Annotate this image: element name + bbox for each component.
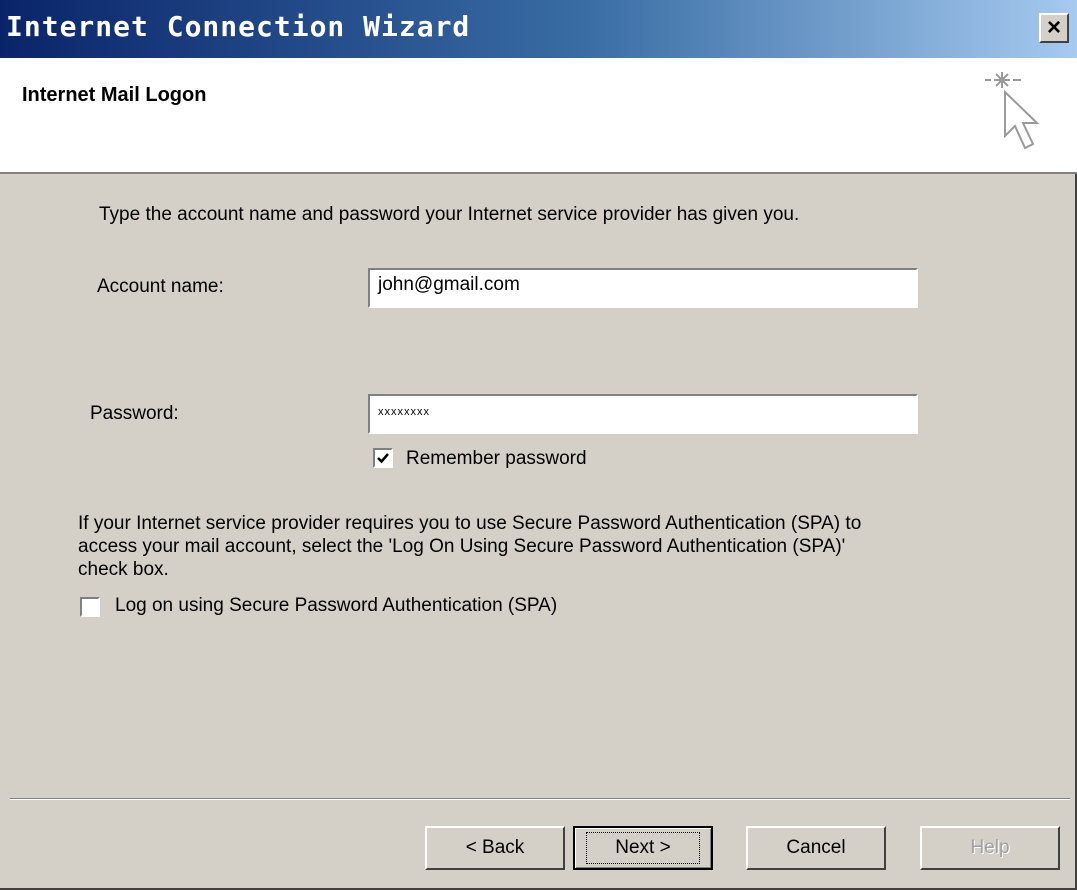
wizard-window: Internet Connection Wizard × Internet Ma…: [0, 0, 1077, 890]
back-button-label: < Back: [465, 837, 525, 858]
help-button[interactable]: Help: [920, 826, 1060, 870]
spa-label[interactable]: Log on using Secure Password Authenticat…: [115, 595, 557, 617]
remember-password-checkbox[interactable]: [373, 448, 393, 468]
close-button[interactable]: ×: [1039, 13, 1069, 43]
spa-checkbox[interactable]: [80, 597, 100, 617]
title-bar[interactable]: Internet Connection Wizard ×: [0, 0, 1077, 58]
back-button[interactable]: < Back: [425, 826, 565, 870]
cancel-button[interactable]: Cancel: [746, 826, 886, 870]
next-button-label: Next >: [586, 832, 700, 864]
button-divider: [10, 798, 1070, 800]
remember-password-label[interactable]: Remember password: [406, 448, 587, 470]
account-name-input[interactable]: john@gmail.com: [368, 268, 918, 308]
account-name-label: Account name:: [97, 276, 224, 297]
wizard-cursor-sparkle-icon: [985, 72, 1040, 150]
page-title: Internet Mail Logon: [22, 84, 207, 106]
window-title: Internet Connection Wizard: [6, 10, 471, 43]
cancel-button-label: Cancel: [786, 837, 846, 858]
wizard-header: Internet Mail Logon: [0, 58, 1077, 174]
next-button[interactable]: Next >: [573, 826, 713, 870]
help-button-label: Help: [970, 837, 1010, 858]
spa-description: If your Internet service provider requir…: [78, 513, 862, 580]
password-input[interactable]: xxxxxxxx: [368, 394, 918, 434]
check-icon: [377, 453, 389, 464]
password-label: Password:: [90, 403, 179, 424]
close-icon: ×: [1046, 14, 1061, 41]
instruction-text: Type the account name and password your …: [99, 204, 800, 225]
